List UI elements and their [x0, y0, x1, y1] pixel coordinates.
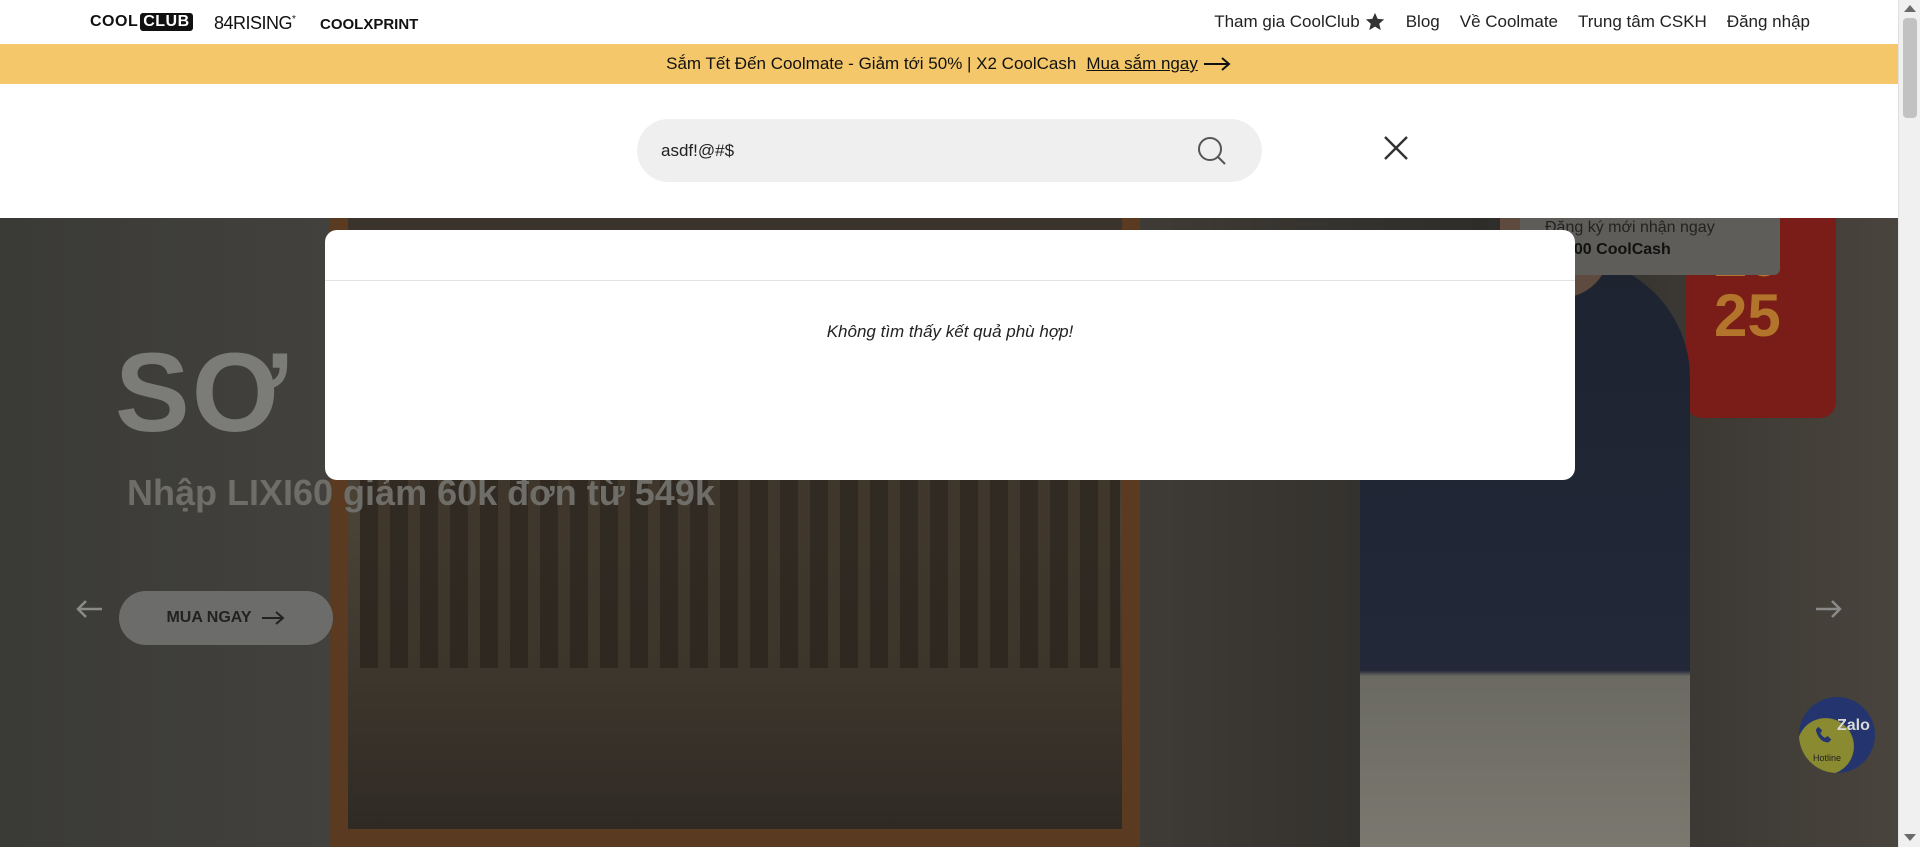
- coolclub-logo-cool: COOL: [90, 13, 139, 30]
- 84rising-logo[interactable]: 84RISING*: [214, 13, 296, 34]
- promo-text: Sắm Tết Đến Coolmate - Giảm tới 50% | X2…: [666, 54, 1077, 73]
- scroll-up-arrow-icon[interactable]: [1904, 5, 1916, 12]
- arrow-right-icon[interactable]: [1203, 57, 1232, 71]
- hero-sign-bottom: 25: [1714, 282, 1781, 349]
- promo-bar: Sắm Tết Đến Coolmate - Giảm tới 50% | X2…: [0, 44, 1898, 84]
- hero-shop-now-label: MUA NGAY: [166, 609, 252, 626]
- carousel-prev-icon[interactable]: [72, 591, 108, 627]
- results-divider: [325, 280, 1575, 281]
- top-nav: COOL CLUB 84RISING* COOLXPRINT Tham gia …: [0, 0, 1898, 44]
- coolclub-logo-club: CLUB: [140, 13, 193, 31]
- close-icon[interactable]: [1382, 134, 1410, 162]
- nav-join-coolclub-label: Tham gia CoolClub: [1214, 12, 1360, 31]
- 84rising-logo-mark: *: [292, 14, 296, 25]
- phone-icon: [1815, 726, 1832, 743]
- nav-blog[interactable]: Blog: [1406, 12, 1440, 32]
- zalo-label: Zalo: [1837, 717, 1870, 734]
- 84rising-logo-text: 84RISING: [214, 13, 293, 33]
- nav-links: Tham gia CoolClub Blog Về Coolmate Trung…: [1214, 0, 1810, 44]
- search-results-panel: Không tìm thấy kết quả phù hợp!: [325, 230, 1575, 480]
- promo-cta-link[interactable]: Mua sắm ngay: [1086, 54, 1198, 74]
- arrow-right-icon: [261, 611, 285, 625]
- search-icon[interactable]: [1197, 136, 1227, 166]
- search-box[interactable]: [637, 119, 1262, 182]
- carousel-next-icon[interactable]: [1810, 591, 1846, 627]
- coolclub-logo[interactable]: COOL CLUB: [90, 13, 193, 31]
- nav-join-coolclub[interactable]: Tham gia CoolClub: [1214, 11, 1386, 33]
- hero-shop-now-button[interactable]: MUA NGAY: [119, 591, 333, 645]
- hero-title: SƠ I: [115, 330, 356, 455]
- no-results-message: Không tìm thấy kết quả phù hợp!: [826, 322, 1074, 341]
- scroll-down-arrow-icon[interactable]: [1904, 834, 1916, 841]
- hero-signup-line2: 000 CoolCash: [1565, 241, 1671, 258]
- zalo-hotline-button[interactable]: Zalo Hotline: [1799, 697, 1875, 773]
- nav-support[interactable]: Trung tâm CSKH: [1578, 12, 1707, 32]
- scroll-thumb[interactable]: [1903, 18, 1917, 118]
- search-panel: [0, 84, 1898, 218]
- page-scrollbar[interactable]: [1898, 0, 1920, 847]
- star-icon: [1365, 12, 1384, 31]
- nav-login[interactable]: Đăng nhập: [1727, 12, 1810, 32]
- hotline-label: Hotline: [1813, 753, 1842, 763]
- nav-about[interactable]: Về Coolmate: [1460, 12, 1558, 32]
- coolxprint-logo[interactable]: COOLXPRINT: [320, 16, 418, 33]
- hero-signup-line1: Đăng ký mới nhận ngay: [1545, 219, 1715, 236]
- search-input[interactable]: [661, 139, 1141, 163]
